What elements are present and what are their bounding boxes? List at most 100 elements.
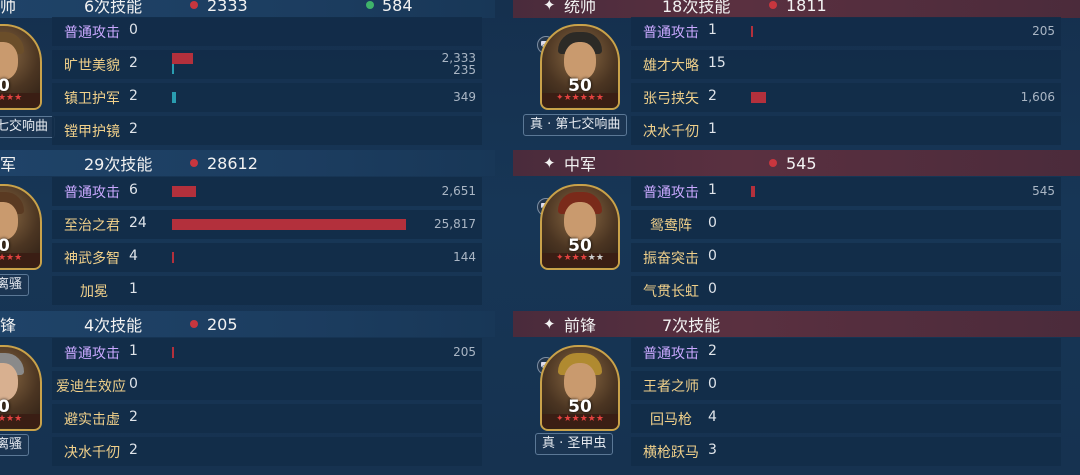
role-label: 统帅 [564, 0, 597, 16]
skill-name: 普通攻击 [643, 346, 699, 362]
skill-row: 普通攻击 6 2,651 [52, 177, 482, 206]
skill-row: 普通攻击 1 205 [52, 338, 482, 367]
skill-count: 0 [129, 22, 138, 38]
damage-value: 205 [453, 345, 476, 359]
skill-row: 振奋突击 0 [631, 243, 1061, 272]
left-commander-header: 帅 6次技能 2333 584 [0, 0, 495, 18]
heal-bar [172, 64, 174, 74]
skill-row: 回马枪 4 [631, 404, 1061, 433]
damage-dot [190, 320, 198, 328]
skill-name: 普通攻击 [643, 25, 699, 41]
general-portrait[interactable]: 0 ★★★★★ [0, 24, 42, 110]
sparkle-icon: ✦ [543, 315, 556, 333]
skill-name: 振奋突击 [643, 251, 699, 267]
skill-name: 加冕 [80, 284, 108, 300]
role-label: 军 [0, 155, 17, 174]
skill-row: 爱迪生效应 0 [52, 371, 482, 400]
damage-bar [751, 92, 766, 103]
left-vanguard-header: 锋 4次技能 205 [0, 311, 495, 337]
skill-name: 决水千仞 [643, 124, 699, 140]
heal-value: 235 [453, 63, 476, 77]
tactic-tag: 离骚 [0, 274, 30, 296]
general-portrait[interactable]: 0 ★★★★★ [0, 345, 42, 431]
skill-name: 气贯长虹 [643, 284, 699, 300]
right-commander-header: ✦ 统帅 18次技能 1811 [513, 0, 1080, 18]
role-label: 锋 [0, 316, 17, 335]
skill-row: 决水千仞 1 [631, 116, 1061, 145]
general-portrait[interactable]: 50 ✦★★★★★ [540, 24, 620, 110]
skill-name: 避实击虚 [64, 412, 120, 428]
heal-value: 349 [453, 90, 476, 104]
skill-name: 镇卫护军 [64, 91, 120, 107]
skill-name: 镗甲护镜 [64, 124, 120, 140]
star-rating: ✦★★★★★ [542, 414, 618, 428]
skill-name: 至治之君 [64, 218, 120, 234]
damage-value: 144 [453, 250, 476, 264]
skill-name: 普通攻击 [64, 346, 120, 362]
skill-count: 2 [129, 409, 138, 425]
tactic-tag: 离骚 [0, 434, 30, 456]
skill-name: 普通攻击 [643, 185, 699, 201]
skill-count-label: 29次技能 [84, 155, 153, 174]
damage-dot [190, 159, 198, 167]
skill-row: 普通攻击 1 205 [631, 17, 1061, 46]
skill-count: 0 [708, 248, 717, 264]
skill-count: 1 [129, 281, 138, 297]
skill-row: 加冕 1 [52, 276, 482, 305]
damage-value: 545 [1032, 184, 1055, 198]
skill-count: 15 [708, 55, 726, 71]
right-middle-header: ✦ 中军 545 [513, 150, 1080, 176]
skill-count: 2 [708, 343, 717, 359]
role-label: 帅 [0, 0, 17, 16]
damage-value: 205 [1032, 24, 1055, 38]
sparkle-icon: ✦ [543, 0, 556, 14]
skill-count: 3 [708, 442, 717, 458]
skill-count: 1 [708, 22, 717, 38]
skill-count: 4 [129, 248, 138, 264]
skill-row: 镗甲护镜 2 [52, 116, 482, 145]
skill-count: 0 [708, 215, 717, 231]
skill-row: 普通攻击 0 [52, 17, 482, 46]
star-rating: ★★★★★ [0, 414, 40, 428]
skill-row: 旷世美貌 2 2,333 235 [52, 50, 482, 79]
general-portrait[interactable]: 50 ✦★★★★★ [540, 184, 620, 270]
tactic-tag: 七交响曲 [0, 116, 56, 138]
damage-total: 205 [207, 314, 238, 334]
skill-row: 至治之君 24 25,817 [52, 210, 482, 239]
right-vanguard-header: ✦ 前锋 7次技能 [513, 311, 1080, 337]
damage-dot [769, 1, 777, 9]
damage-bar [751, 186, 755, 197]
skill-row: 王者之师 0 [631, 371, 1061, 400]
heal-total: 584 [382, 0, 413, 15]
skill-row: 雄才大略 15 [631, 50, 1061, 79]
general-portrait[interactable]: 0 ★★★★★ [0, 184, 42, 270]
skill-row: 横枪跃马 3 [631, 437, 1061, 466]
skill-row: 气贯长虹 0 [631, 276, 1061, 305]
star-rating: ✦★★★★★ [542, 253, 618, 267]
skill-count: 2 [129, 88, 138, 104]
skill-count-label: 4次技能 [84, 316, 143, 335]
star-rating: ✦★★★★★ [542, 93, 618, 107]
skill-row: 镇卫护军 2 349 [52, 83, 482, 112]
role-label: 前锋 [564, 316, 597, 335]
skill-name: 普通攻击 [64, 25, 120, 41]
skill-name: 普通攻击 [64, 185, 120, 201]
damage-dot [769, 159, 777, 167]
star-rating: ★★★★★ [0, 93, 40, 107]
heal-bar [172, 92, 176, 103]
skill-count: 2 [129, 55, 138, 71]
general-portrait[interactable]: 50 ✦★★★★★ [540, 345, 620, 431]
skill-count: 2 [129, 442, 138, 458]
skill-count: 1 [129, 343, 138, 359]
damage-total: 2333 [207, 0, 248, 15]
skill-count-label: 18次技能 [662, 0, 731, 16]
skill-name: 鸳鸯阵 [650, 218, 692, 234]
damage-total: 1811 [786, 0, 827, 15]
skill-row: 普通攻击 1 545 [631, 177, 1061, 206]
skill-row: 鸳鸯阵 0 [631, 210, 1061, 239]
skill-count: 0 [129, 376, 138, 392]
skill-count: 0 [708, 376, 717, 392]
damage-dot [190, 1, 198, 9]
skill-count: 4 [708, 409, 717, 425]
right-team-panel: ✦ 统帅 18次技能 1811 ⛟ 50 ✦★★★★★ 真 · 第七交响曲 普通… [513, 0, 1080, 475]
